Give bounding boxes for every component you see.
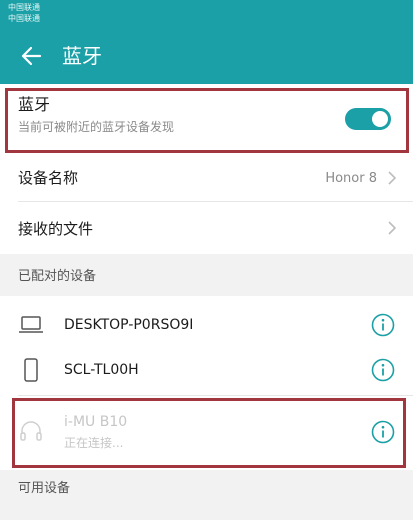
device-name: DESKTOP-P0RSO9I xyxy=(64,317,194,333)
back-arrow-icon[interactable] xyxy=(18,42,46,70)
bluetooth-toggle-row[interactable]: 蓝牙 当前可被附近的蓝牙设备发现 xyxy=(0,84,413,156)
bluetooth-switch[interactable] xyxy=(345,108,391,130)
paired-devices-header: 已配对的设备 xyxy=(0,254,413,296)
device-name-label: 设备名称 xyxy=(18,169,79,187)
status-bar: 中国联通 中国联通 xyxy=(0,0,413,28)
phone-icon xyxy=(24,358,38,382)
info-icon[interactable] xyxy=(371,313,395,337)
carrier-label-1: 中国联通 xyxy=(8,3,40,12)
headphones-icon xyxy=(20,421,42,441)
info-icon[interactable] xyxy=(371,420,395,444)
received-files-row[interactable]: 接收的文件 xyxy=(0,202,413,254)
app-bar: 蓝牙 xyxy=(0,28,413,84)
device-name-value: Honor 8 xyxy=(325,171,377,186)
bluetooth-subtitle: 当前可被附近的蓝牙设备发现 xyxy=(18,120,175,134)
carrier-label-2: 中国联通 xyxy=(8,14,40,23)
available-devices-label: 可用设备 xyxy=(18,481,71,496)
received-files-label: 接收的文件 xyxy=(18,220,94,238)
paired-device-headphones[interactable]: i-MU B10 正在连接... xyxy=(0,396,413,470)
device-status: 正在连接... xyxy=(64,436,124,450)
device-name-row[interactable]: 设备名称 Honor 8 xyxy=(0,156,413,202)
device-name: SCL-TL00H xyxy=(64,362,139,378)
laptop-icon xyxy=(19,316,43,333)
bluetooth-title: 蓝牙 xyxy=(18,95,51,114)
chevron-right-icon xyxy=(388,171,397,185)
switch-knob xyxy=(372,111,388,127)
page-title: 蓝牙 xyxy=(62,44,102,68)
info-icon[interactable] xyxy=(371,358,395,382)
available-devices-header: 可用设备 xyxy=(0,470,413,520)
paired-device-phone[interactable]: SCL-TL00H xyxy=(0,344,413,396)
device-name: i-MU B10 xyxy=(64,414,128,430)
paired-devices-label: 已配对的设备 xyxy=(18,269,97,284)
chevron-right-icon xyxy=(388,221,397,235)
